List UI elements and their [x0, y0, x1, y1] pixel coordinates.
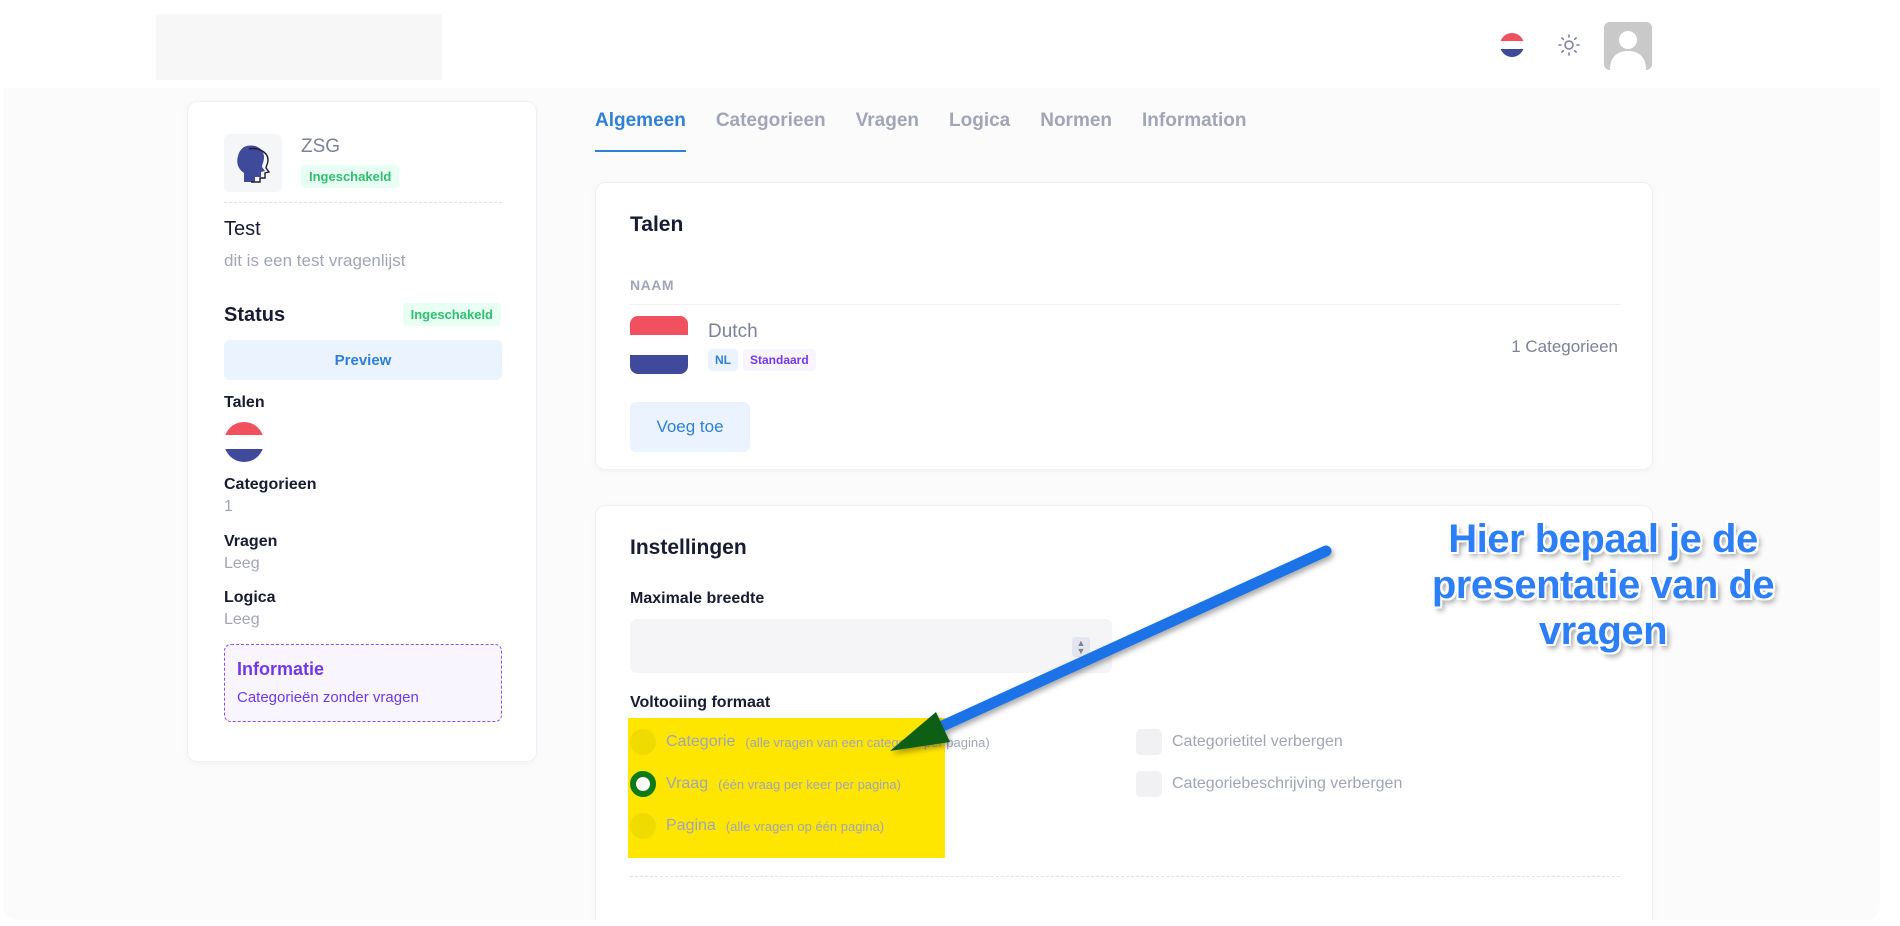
hide-category-title-option[interactable]: Categorietitel verbergen: [1136, 729, 1343, 755]
app-logo[interactable]: [156, 14, 442, 80]
option-label: Vraag: [666, 775, 709, 792]
checkbox-label: Categoriebeschrijving verbergen: [1172, 775, 1403, 792]
language-badges: NL Standaard: [708, 349, 816, 371]
app-window: ZSG Ingeschakeld Test dit is een test vr…: [4, 0, 1880, 920]
divider: [630, 876, 1620, 877]
hide-category-description-option[interactable]: Categoriebeschrijving verbergen: [1136, 771, 1402, 797]
format-option-pagina[interactable]: Pagina (alle vragen op één pagina): [630, 813, 884, 839]
radio-button[interactable]: [630, 813, 656, 839]
number-spinner-icon[interactable]: ▲ ▼: [1072, 637, 1090, 657]
checkbox[interactable]: [1136, 729, 1162, 755]
org-logo-icon: [224, 134, 282, 192]
tab-categorieen[interactable]: Categorieen: [716, 110, 826, 152]
language-name[interactable]: Dutch: [708, 321, 758, 343]
annotation-line-2: presentatie van de vragen: [1431, 563, 1775, 653]
info-text: Categorieën zonder vragen: [237, 689, 419, 706]
logica-value: Leeg: [224, 611, 260, 628]
flag-nl-icon: [224, 422, 264, 462]
user-avatar-icon[interactable]: [1604, 22, 1652, 70]
divider: [224, 202, 502, 203]
option-hint: (één vraag per keer per pagina): [718, 776, 901, 792]
tab-algemeen[interactable]: Algemeen: [595, 110, 686, 152]
tab-information[interactable]: Information: [1142, 110, 1247, 152]
flag-nl-icon[interactable]: [1500, 33, 1524, 57]
divider: [630, 304, 1620, 305]
flag-nl-icon: [630, 316, 688, 374]
annotation-line-1: Hier bepaal je de: [1448, 517, 1758, 561]
language-code-badge: NL: [708, 349, 738, 371]
column-header-naam: NAAM: [630, 277, 674, 293]
checkbox-label: Categorietitel verbergen: [1172, 733, 1343, 750]
default-badge: Standaard: [743, 349, 816, 371]
tab-bar: Algemeen Categorieen Vragen Logica Norme…: [595, 110, 1247, 152]
add-language-button[interactable]: Voeg toe: [630, 402, 750, 452]
option-label: Categorie: [666, 733, 736, 750]
org-name: ZSG: [301, 136, 341, 157]
max-width-label: Maximale breedte: [630, 590, 765, 607]
format-option-vraag[interactable]: Vraag (één vraag per keer per pagina): [630, 771, 901, 797]
tab-vragen[interactable]: Vragen: [856, 110, 919, 152]
questionnaire-description: dit is een test vragenlijst: [224, 251, 406, 270]
categorieen-label: Categorieen: [224, 476, 317, 493]
tab-logica[interactable]: Logica: [949, 110, 1010, 152]
top-bar: [4, 0, 1880, 88]
radio-button-checked[interactable]: [630, 771, 656, 797]
talen-card: Talen NAAM Dutch NL Standaard 1 Categori…: [595, 182, 1653, 470]
questionnaire-summary-card: ZSG Ingeschakeld Test dit is een test vr…: [187, 101, 537, 762]
checkbox[interactable]: [1136, 771, 1162, 797]
tab-normen[interactable]: Normen: [1040, 110, 1112, 152]
option-hint: (alle vragen op één pagina): [725, 818, 885, 834]
vragen-value: Leeg: [224, 555, 260, 572]
status-badge: Ingeschakeld: [402, 303, 501, 326]
status-label: Status: [224, 304, 286, 326]
info-title: Informatie: [237, 659, 325, 679]
sun-icon[interactable]: [1557, 33, 1581, 57]
org-status-badge: Ingeschakeld: [301, 165, 400, 188]
questionnaire-title: Test: [224, 218, 261, 240]
format-label: Voltooiing formaat: [630, 694, 771, 711]
talen-title: Talen: [630, 213, 684, 236]
talen-label: Talen: [224, 394, 265, 411]
vragen-label: Vragen: [224, 533, 278, 550]
info-notice: Informatie Categorieën zonder vragen: [224, 644, 502, 722]
logica-label: Logica: [224, 589, 276, 606]
preview-button[interactable]: Preview: [224, 340, 502, 380]
max-width-input[interactable]: ▲ ▼: [630, 619, 1112, 673]
annotation-text: Hier bepaal je de presentatie van de vra…: [1368, 516, 1838, 654]
radio-button[interactable]: [630, 729, 656, 755]
format-option-categorie[interactable]: Categorie (alle vragen van een categorie…: [630, 729, 990, 755]
option-hint: (alle vragen van een categorie per pagin…: [745, 734, 990, 750]
option-label: Pagina: [666, 817, 716, 834]
settings-title: Instellingen: [630, 536, 747, 559]
categorieen-value: 1: [224, 498, 233, 515]
language-category-count: 1 Categorieen: [1511, 337, 1618, 356]
